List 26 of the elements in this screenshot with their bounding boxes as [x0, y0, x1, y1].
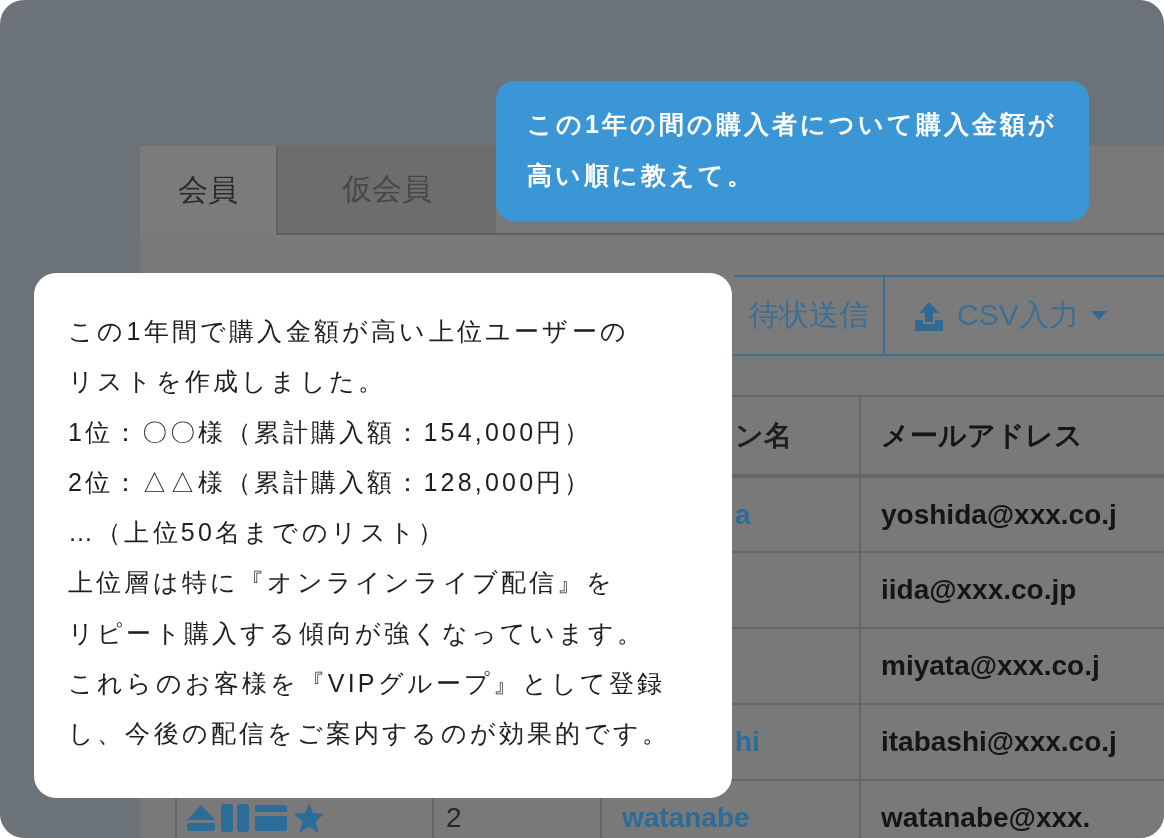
email-cell-text: miyata@xxx.co.j — [880, 650, 1100, 681]
email-cell-text: iida@xxx.co.jp — [880, 574, 1077, 605]
message-line: これらのお客様を『VIPグループ』として登録 — [68, 668, 667, 700]
email-cell-text: watanabe@xxx. — [880, 802, 1091, 833]
csv-import-button[interactable]: CSV入力 — [883, 275, 1164, 356]
card-icon — [255, 805, 287, 831]
email-cell-text: itabashi@xxx.co.j — [880, 726, 1117, 757]
message-line: リストを作成しました。 — [68, 366, 388, 398]
user-link[interactable]: hi — [735, 726, 760, 757]
message-line: 上位層は特に『オンラインライブ配信』を — [68, 567, 616, 599]
message-line: し、今後の配信をご案内するのが効果的です。 — [68, 718, 672, 750]
message-line: 2位：△△様（累計購入額：128,000円） — [68, 466, 594, 498]
message-line: 高い順に教えて。 — [527, 160, 756, 191]
eject-icon — [187, 805, 215, 831]
send-button[interactable]: 待状送信 — [734, 275, 885, 356]
pause-icon — [221, 804, 249, 832]
star-icon — [293, 803, 325, 833]
user-link[interactable]: a — [735, 498, 751, 530]
caret-icon — [1090, 311, 1107, 320]
message-line: この1年の間の購入者について購入金額が — [527, 109, 1057, 140]
message-line: …（上位50名までのリスト） — [68, 517, 448, 549]
message-line: 1位：〇〇様（累計購入額：154,000円） — [68, 416, 594, 448]
message-line: この1年間で購入金額が高い上位ユーザーの — [68, 316, 630, 347]
message-line: リピート購入する傾向が強くなっています。 — [68, 617, 646, 649]
column-header: メールアドレス — [860, 396, 1164, 476]
email-cell-text: yoshida@xxx.co.j — [880, 498, 1117, 530]
